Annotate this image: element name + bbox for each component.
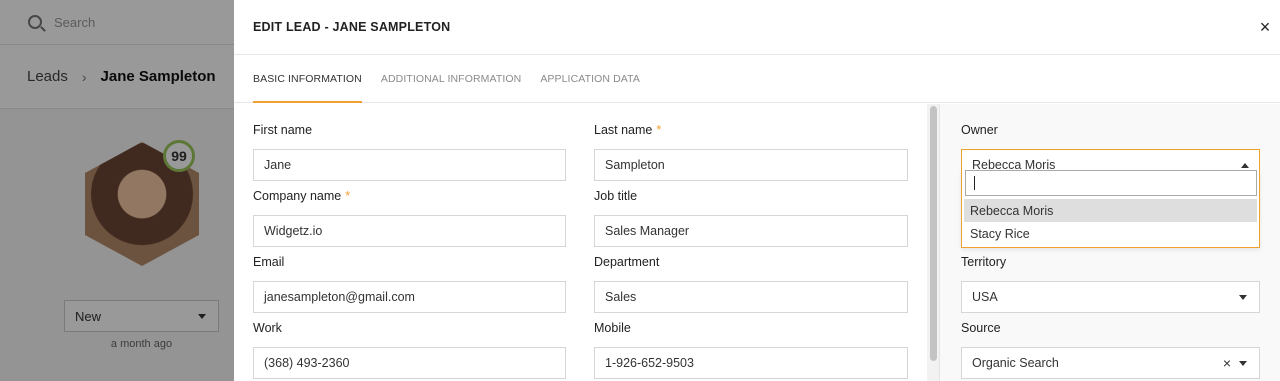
territory-label: Territory bbox=[961, 255, 1007, 269]
modal-title: EDIT LEAD - JANE SAMPLETON bbox=[253, 20, 451, 34]
mobile-phone-label: Mobile bbox=[594, 321, 631, 335]
owner-label: Owner bbox=[961, 123, 998, 137]
mobile-phone-group: Mobile 1-926-652-9503 bbox=[594, 321, 908, 379]
last-name-group: Last name * Sampleton bbox=[594, 123, 908, 181]
owner-dropdown: Rebecca Moris Stacy Rice bbox=[961, 170, 1260, 248]
department-label: Department bbox=[594, 255, 660, 269]
source-controls: × bbox=[1223, 355, 1247, 371]
caret-up-icon bbox=[1241, 162, 1249, 168]
job-title-field[interactable]: Sales Manager bbox=[594, 215, 908, 247]
work-phone-label: Work bbox=[253, 321, 282, 335]
email-group: Email janesampleton@gmail.com bbox=[253, 255, 566, 313]
first-name-field[interactable]: Jane bbox=[253, 149, 566, 181]
source-group: Source Organic Search × bbox=[961, 321, 1260, 379]
department-group: Department Sales bbox=[594, 255, 908, 313]
territory-value: USA bbox=[972, 290, 998, 304]
clear-icon[interactable]: × bbox=[1223, 355, 1231, 371]
work-phone-field[interactable]: (368) 493-2360 bbox=[253, 347, 566, 379]
first-name-group: First name Jane bbox=[253, 123, 566, 181]
side-panel: Territory USA Source Organic Search × Ow… bbox=[939, 104, 1280, 381]
required-mark: * bbox=[345, 189, 351, 203]
tab-additional-information[interactable]: ADDITIONAL INFORMATION bbox=[381, 55, 521, 102]
first-name-label: First name bbox=[253, 123, 313, 137]
caret-down-icon bbox=[1239, 294, 1247, 300]
last-name-field[interactable]: Sampleton bbox=[594, 149, 908, 181]
company-name-group: Company name * Widgetz.io bbox=[253, 189, 566, 247]
company-name-label: Company name * bbox=[253, 189, 566, 207]
caret-down-icon bbox=[1239, 360, 1247, 366]
basic-info-form: First name Jane Last name * Sampleton Com… bbox=[234, 104, 927, 381]
source-value: Organic Search bbox=[972, 356, 1059, 370]
work-phone-group: Work (368) 493-2360 bbox=[253, 321, 566, 379]
scrollbar-thumb[interactable] bbox=[930, 106, 937, 361]
department-field[interactable]: Sales bbox=[594, 281, 908, 313]
mobile-phone-field[interactable]: 1-926-652-9503 bbox=[594, 347, 908, 379]
territory-group: Territory USA bbox=[961, 255, 1260, 313]
last-name-label-text: Last name bbox=[594, 123, 653, 137]
form-content: First name Jane Last name * Sampleton Com… bbox=[234, 104, 1280, 381]
tab-bar: BASIC INFORMATION ADDITIONAL INFORMATION… bbox=[234, 55, 1280, 103]
company-name-field[interactable]: Widgetz.io bbox=[253, 215, 566, 247]
source-select[interactable]: Organic Search × bbox=[961, 347, 1260, 379]
email-label: Email bbox=[253, 255, 285, 269]
job-title-group: Job title Sales Manager bbox=[594, 189, 908, 247]
job-title-label: Job title bbox=[594, 189, 638, 203]
modal-header: EDIT LEAD - JANE SAMPLETON bbox=[234, 0, 1280, 55]
required-mark: * bbox=[656, 123, 662, 137]
scrollbar[interactable] bbox=[927, 104, 939, 381]
tab-basic-information[interactable]: BASIC INFORMATION bbox=[253, 55, 362, 103]
source-label: Source bbox=[961, 321, 1001, 335]
territory-select[interactable]: USA bbox=[961, 281, 1260, 313]
owner-option[interactable]: Rebecca Moris bbox=[964, 199, 1257, 222]
tab-application-data[interactable]: APPLICATION DATA bbox=[540, 55, 640, 102]
modal-backdrop[interactable] bbox=[0, 0, 234, 381]
last-name-label: Last name * bbox=[594, 123, 908, 141]
owner-option[interactable]: Stacy Rice bbox=[964, 222, 1257, 245]
owner-search-input[interactable] bbox=[965, 170, 1257, 196]
edit-lead-modal: EDIT LEAD - JANE SAMPLETON × BASIC INFOR… bbox=[234, 0, 1280, 381]
email-field[interactable]: janesampleton@gmail.com bbox=[253, 281, 566, 313]
text-cursor bbox=[974, 176, 975, 190]
company-name-label-text: Company name bbox=[253, 189, 342, 203]
close-icon[interactable]: × bbox=[1256, 18, 1274, 36]
